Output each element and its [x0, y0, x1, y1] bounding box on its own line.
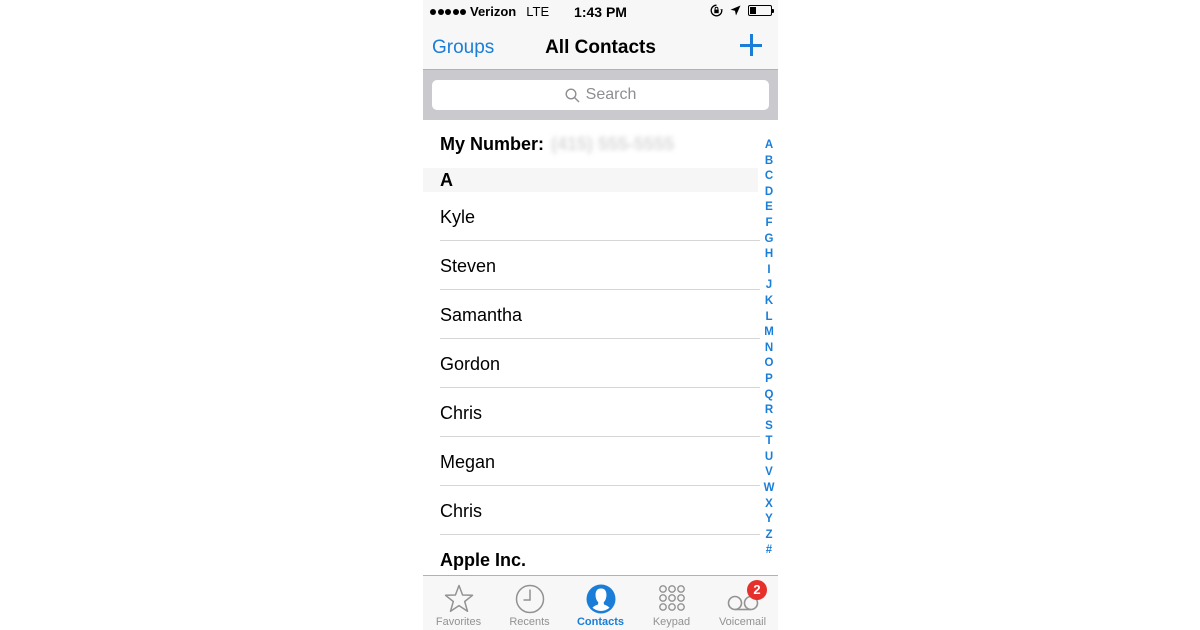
- contact-row[interactable]: Megan: [423, 437, 778, 486]
- tab-label: Contacts: [576, 616, 625, 628]
- battery-icon: [748, 5, 774, 16]
- index-letter[interactable]: S: [760, 419, 778, 435]
- search-placeholder: Search: [585, 86, 637, 103]
- contact-row[interactable]: Kyle: [423, 192, 778, 241]
- index-letter[interactable]: P: [760, 372, 778, 388]
- tab-label: Favorites: [435, 616, 482, 628]
- index-letter[interactable]: #: [760, 543, 778, 559]
- my-number-label: My Number:: [440, 134, 545, 154]
- voicemail-badge: 2: [747, 580, 767, 600]
- index-letter[interactable]: A: [760, 138, 778, 154]
- tab-contacts[interactable]: Contacts: [565, 576, 636, 630]
- index-letter[interactable]: X: [760, 497, 778, 513]
- section-header-a: A: [423, 168, 758, 192]
- tab-keypad[interactable]: Keypad: [636, 576, 707, 630]
- contact-row[interactable]: Samantha: [423, 290, 778, 339]
- index-letter[interactable]: J: [760, 278, 778, 294]
- index-letter[interactable]: Q: [760, 388, 778, 404]
- location-arrow-icon: [730, 5, 741, 16]
- index-letter[interactable]: T: [760, 434, 778, 450]
- index-letter[interactable]: F: [760, 216, 778, 232]
- index-letter[interactable]: H: [760, 247, 778, 263]
- contact-row[interactable]: Chris: [423, 388, 778, 437]
- index-letter[interactable]: O: [760, 356, 778, 372]
- add-contact-button[interactable]: [739, 33, 763, 57]
- index-letter[interactable]: G: [760, 232, 778, 248]
- index-letter[interactable]: Y: [760, 512, 778, 528]
- contact-name: Megan: [440, 452, 496, 472]
- orientation-lock-icon: [710, 4, 723, 17]
- index-letter[interactable]: C: [760, 169, 778, 185]
- index-letter[interactable]: D: [760, 185, 778, 201]
- contact-name: Samantha: [440, 305, 523, 325]
- navigation-bar: Groups All Contacts: [423, 24, 778, 70]
- tab-bar: Favorites Recents Contacts Keypad 2 Voic…: [423, 575, 778, 630]
- search-icon: [565, 87, 580, 102]
- index-letter[interactable]: U: [760, 450, 778, 466]
- index-letter[interactable]: W: [760, 481, 778, 497]
- page-title: All Contacts: [545, 37, 656, 58]
- contact-row[interactable]: Chris: [423, 486, 778, 535]
- status-bar: Verizon LTE 1:43 PM: [423, 0, 778, 24]
- index-letter[interactable]: I: [760, 263, 778, 279]
- contact-name: Kyle: [440, 207, 476, 227]
- index-letter[interactable]: E: [760, 200, 778, 216]
- index-letter[interactable]: Z: [760, 528, 778, 544]
- search-bar: Search: [423, 70, 778, 120]
- contact-name: Chris: [440, 403, 483, 423]
- index-letter[interactable]: K: [760, 294, 778, 310]
- tab-label: Keypad: [652, 616, 691, 628]
- index-letter[interactable]: R: [760, 403, 778, 419]
- keypad-icon: [658, 585, 685, 611]
- clock-icon: [515, 584, 544, 614]
- my-number-row: My Number: (415) 555-5555: [423, 120, 778, 168]
- star-icon: [444, 584, 473, 613]
- tab-recents[interactable]: Recents: [494, 576, 565, 630]
- contact-row[interactable]: Steven: [423, 241, 778, 290]
- contact-row[interactable]: Gordon: [423, 339, 778, 388]
- contact-name: Steven: [440, 256, 497, 276]
- section-index[interactable]: A B C D E F G H I J K L M N O P Q R S T U V W X Y Z #: [760, 138, 778, 559]
- section-letter: A: [440, 170, 453, 190]
- tab-favorites[interactable]: Favorites: [423, 576, 494, 630]
- contact-name: Gordon: [440, 354, 501, 374]
- index-letter[interactable]: L: [760, 310, 778, 326]
- tab-label: Voicemail: [718, 616, 767, 628]
- my-number-value: (415) 555-5555: [551, 134, 675, 154]
- index-letter[interactable]: B: [760, 154, 778, 170]
- contact-name: Apple Inc.: [440, 550, 527, 570]
- contact-list: Kyle Steven Samantha Gordon Chris Megan …: [423, 192, 778, 584]
- contact-name: Chris: [440, 501, 483, 521]
- tab-voicemail[interactable]: 2 Voicemail: [707, 576, 778, 630]
- phone-screen: Verizon LTE 1:43 PM Groups All Contacts: [423, 0, 778, 630]
- search-input[interactable]: Search: [432, 80, 769, 110]
- index-letter[interactable]: N: [760, 341, 778, 357]
- tab-label: Recents: [509, 616, 550, 628]
- index-letter[interactable]: V: [760, 465, 778, 481]
- index-letter[interactable]: M: [760, 325, 778, 341]
- person-icon: [586, 584, 615, 614]
